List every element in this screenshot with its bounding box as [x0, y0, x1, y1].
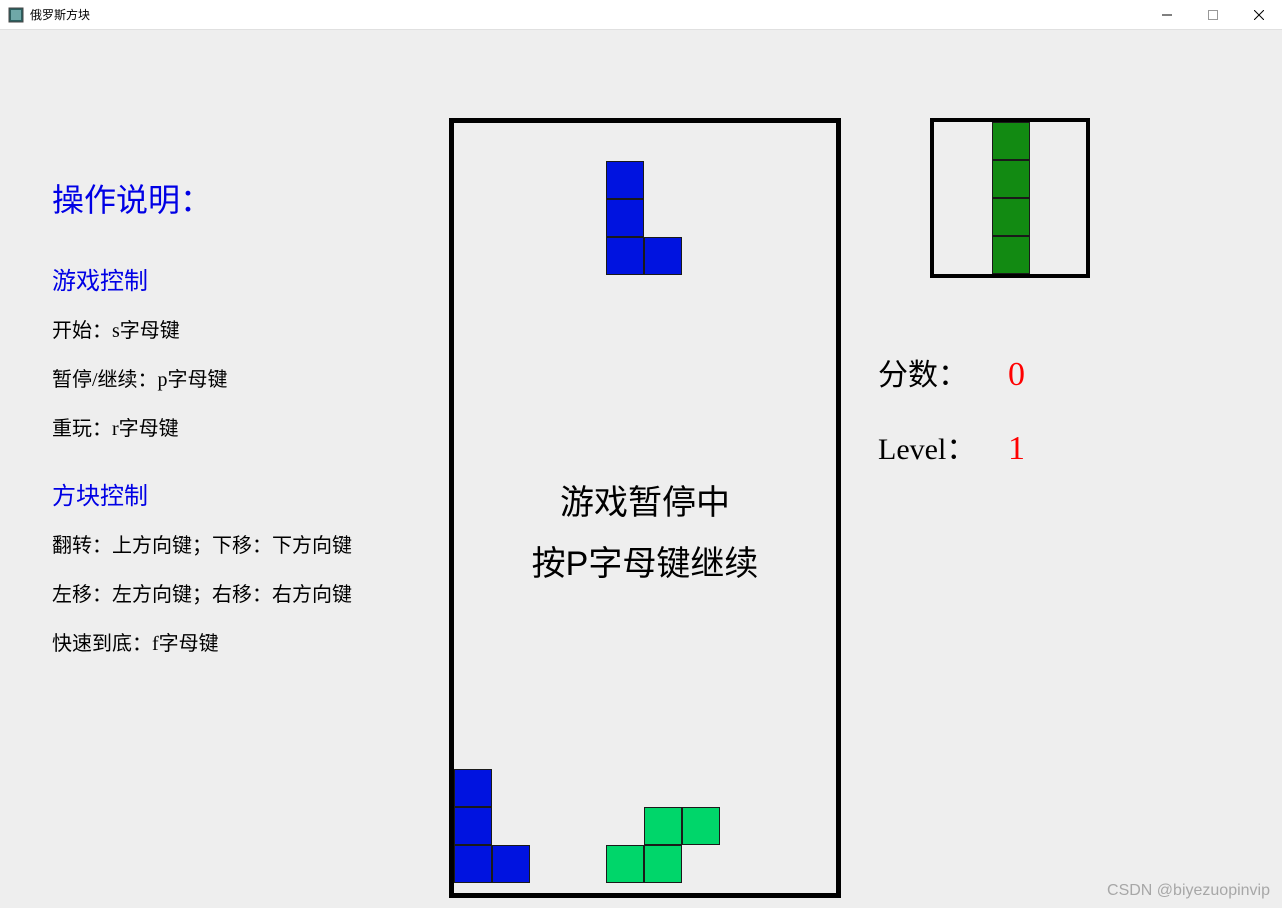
tetromino-cell — [606, 199, 644, 237]
score-label: 分数： — [878, 350, 1008, 394]
maximize-button[interactable] — [1190, 0, 1236, 30]
tetromino-cell — [492, 845, 530, 883]
pause-overlay: 游戏暂停中 按P字母键继续 — [454, 473, 836, 595]
watermark: CSDN @biyezuopinvip — [1107, 882, 1270, 900]
instruction-line: 重玩：r字母键 — [52, 412, 412, 441]
tetromino-cell — [454, 769, 492, 807]
preview-grid — [934, 122, 1086, 274]
close-button[interactable] — [1236, 0, 1282, 30]
app-icon — [8, 7, 24, 23]
window-controls — [1144, 0, 1282, 30]
instructions-header: 操作说明： — [52, 175, 412, 221]
playfield[interactable]: 游戏暂停中 按P字母键继续 — [449, 118, 841, 898]
level-label: Level： — [878, 424, 1008, 468]
tetromino-cell — [454, 807, 492, 845]
instruction-line: 翻转：上方向键；下移：下方向键 — [52, 529, 412, 558]
client-area: 操作说明： 游戏控制 开始：s字母键 暂停/继续：p字母键 重玩：r字母键 方块… — [0, 30, 1282, 908]
level-row: Level： 1 — [878, 424, 1025, 468]
level-value: 1 — [1008, 430, 1025, 468]
next-piece-preview — [930, 118, 1090, 278]
tetromino-cell — [454, 845, 492, 883]
score-row: 分数： 0 — [878, 350, 1025, 394]
instructions-panel: 操作说明： 游戏控制 开始：s字母键 暂停/继续：p字母键 重玩：r字母键 方块… — [52, 175, 412, 676]
minimize-button[interactable] — [1144, 0, 1190, 30]
instruction-line: 开始：s字母键 — [52, 314, 412, 343]
titlebar: 俄罗斯方块 — [0, 0, 1282, 30]
preview-cell — [992, 198, 1030, 236]
instruction-line: 暂停/继续：p字母键 — [52, 363, 412, 392]
tetromino-cell — [644, 807, 682, 845]
tetromino-cell — [606, 161, 644, 199]
instruction-line: 左移：左方向键；右移：右方向键 — [52, 578, 412, 607]
tetromino-cell — [682, 807, 720, 845]
window-title: 俄罗斯方块 — [30, 6, 90, 23]
score-value: 0 — [1008, 356, 1025, 394]
preview-cell — [992, 236, 1030, 274]
overlay-line2: 按P字母键继续 — [454, 534, 836, 595]
tetromino-cell — [644, 845, 682, 883]
score-panel: 分数： 0 Level： 1 — [878, 350, 1025, 498]
preview-cell — [992, 160, 1030, 198]
overlay-line1: 游戏暂停中 — [454, 473, 836, 534]
tetromino-cell — [606, 845, 644, 883]
preview-cell — [992, 122, 1030, 160]
game-control-title: 游戏控制 — [52, 261, 412, 296]
block-control-title: 方块控制 — [52, 476, 412, 511]
tetromino-cell — [606, 237, 644, 275]
instruction-line: 快速到底：f字母键 — [52, 627, 412, 656]
tetromino-cell — [644, 237, 682, 275]
